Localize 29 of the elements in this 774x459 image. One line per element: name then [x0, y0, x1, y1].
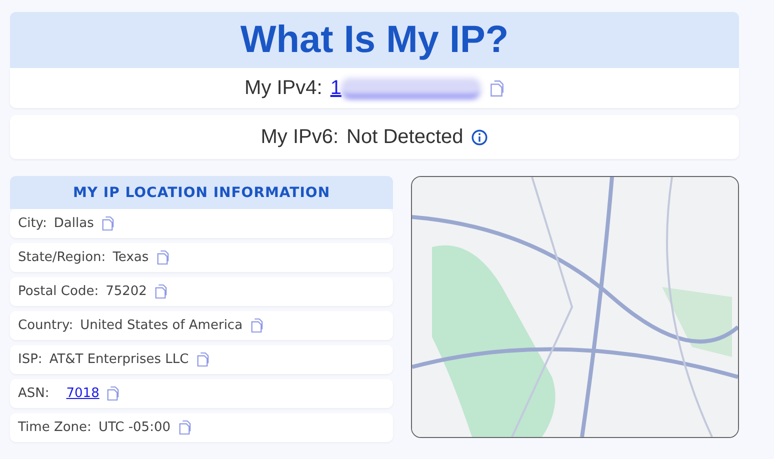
- field-label: ASN:: [18, 386, 50, 401]
- copy-icon[interactable]: [196, 352, 209, 367]
- field-value: Dallas: [54, 216, 94, 231]
- field-label: City:: [18, 216, 47, 231]
- field-label: Country:: [18, 318, 74, 333]
- info-icon[interactable]: [471, 128, 488, 146]
- page-title: What Is My IP?: [240, 18, 509, 62]
- asn-link[interactable]: 7018: [66, 386, 100, 401]
- field-label: ISP:: [18, 352, 42, 367]
- field-label: State/Region:: [18, 250, 106, 265]
- copy-icon[interactable]: [156, 250, 169, 265]
- copy-icon[interactable]: [154, 284, 167, 299]
- copy-icon[interactable]: [100, 216, 114, 231]
- ipv4-link[interactable]: 1: [330, 76, 342, 100]
- field-value: United States of America: [80, 318, 243, 333]
- section-title: MY IP LOCATION INFORMATION: [72, 184, 330, 200]
- ipv6-value: Not Detected: [346, 126, 464, 148]
- field-label: Time Zone:: [18, 420, 92, 435]
- field-value: 75202: [106, 284, 147, 299]
- field-value: Texas: [112, 250, 149, 265]
- field-label: Postal Code:: [18, 284, 99, 299]
- ipv4-label: My IPv4:: [244, 76, 322, 100]
- copy-icon[interactable]: [106, 386, 120, 401]
- copy-icon[interactable]: [489, 80, 504, 96]
- copy-icon[interactable]: [178, 420, 190, 435]
- copy-icon[interactable]: [250, 318, 263, 333]
- field-value: AT&T Enterprises LLC: [49, 352, 189, 367]
- ipv6-label: My IPv6:: [260, 126, 339, 148]
- field-value: UTC -05:00: [98, 420, 170, 435]
